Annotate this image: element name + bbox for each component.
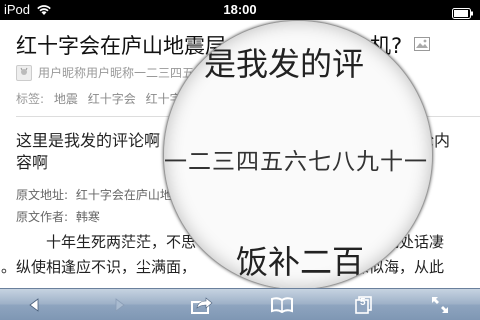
pages-button[interactable]: 5: [344, 289, 384, 320]
source-author-name[interactable]: 韩寒: [76, 210, 100, 224]
image-icon[interactable]: [414, 36, 430, 55]
pages-count: 5: [360, 297, 366, 308]
author-nickname[interactable]: 用户昵称用户昵称一二三四五: [38, 64, 194, 81]
forward-icon: [115, 298, 125, 312]
source-author-row: 原文作者: 韩寒: [16, 208, 104, 225]
source-link[interactable]: 红十字会在庐山地: [76, 188, 172, 202]
forward-button[interactable]: [100, 289, 140, 320]
poem-line2: 凉。纵使相逢应不识，尘满面，: [0, 258, 197, 276]
poem-line1: 十年生死两茫茫，不思: [46, 233, 197, 251]
bookmarks-icon: [271, 297, 293, 313]
fullscreen-icon: [432, 297, 448, 313]
fullscreen-button[interactable]: [420, 289, 460, 320]
tag-red-cross[interactable]: 红十字会: [88, 92, 136, 106]
back-button[interactable]: [14, 289, 54, 320]
clock: 18:00: [223, 2, 257, 17]
tags-label: 标签:: [16, 92, 45, 106]
status-bar: iPod 18:00: [0, 0, 480, 20]
share-button[interactable]: [182, 289, 222, 320]
title-text: 红十字会在庐山地震层: [16, 34, 226, 58]
comment-line1: 这里是我发的评论啊: [16, 131, 161, 150]
loupe-line2: 一二三四五六七八九十一: [164, 149, 428, 175]
source-row: 原文地址: 红十字会在庐山地: [16, 186, 176, 203]
tag-earthquake[interactable]: 地震: [54, 92, 78, 106]
magnifier-loupe: 是我发的评 一二三四五六七八九十一 饭补二百: [163, 20, 433, 290]
loupe-line3: 饭补二百: [236, 243, 365, 281]
share-icon: [191, 297, 213, 314]
author-row: 用户昵称用户昵称一二三四五: [16, 64, 194, 81]
back-icon: [29, 298, 39, 312]
source-author-label: 原文作者:: [16, 210, 69, 224]
comment-line2: 容啊: [16, 153, 49, 172]
loupe-line1: 是我发的评: [204, 45, 365, 83]
bottom-toolbar: 5: [0, 288, 480, 320]
bookmarks-button[interactable]: [262, 289, 302, 320]
article-title: 红十字会在庐山地震层: [16, 30, 226, 60]
source-label: 原文地址:: [16, 188, 69, 202]
avatar[interactable]: [16, 64, 32, 81]
